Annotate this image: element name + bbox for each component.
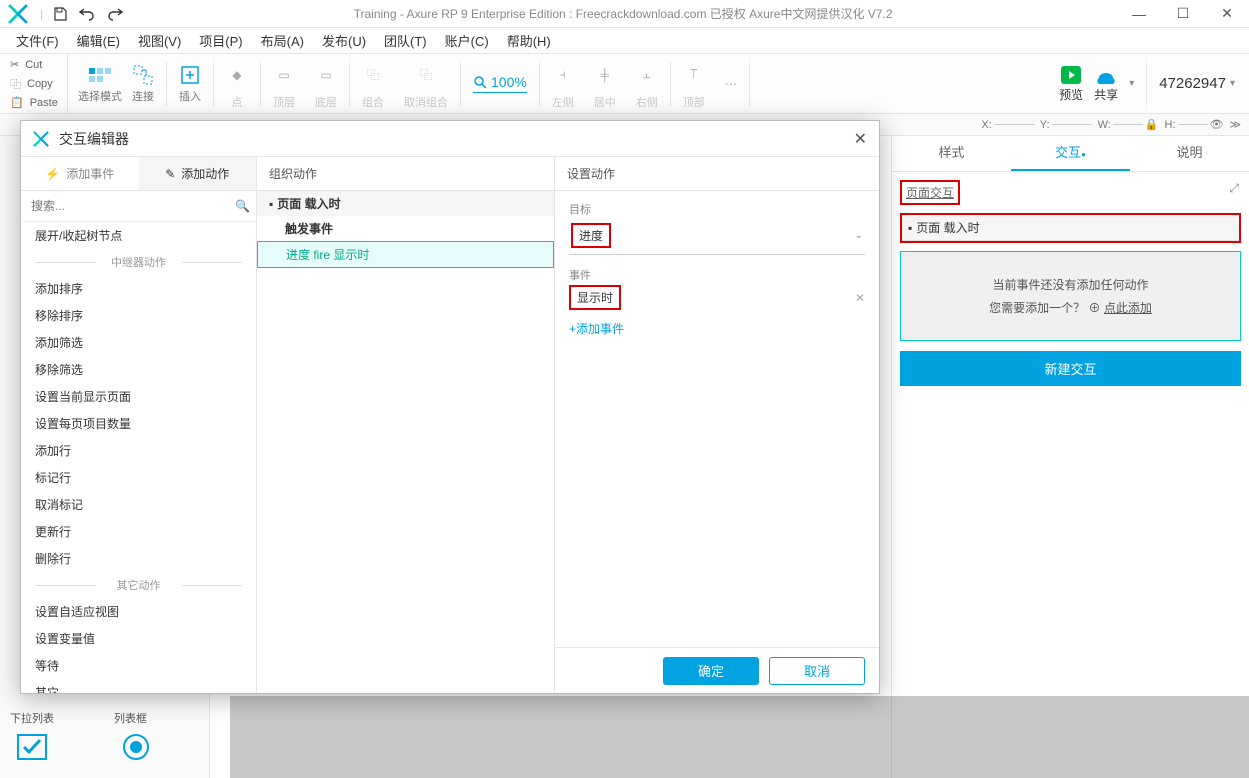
list-item[interactable]: 设置自适应视图 (21, 598, 256, 625)
maximize-button[interactable]: ☐ (1161, 0, 1205, 28)
add-event-link[interactable]: +添加事件 (569, 320, 865, 337)
menu-edit[interactable]: 编辑(E) (69, 28, 128, 53)
coord-y: Y: (1040, 119, 1092, 131)
app-logo-icon (8, 4, 28, 24)
select-mode-button[interactable]: 选择模式 (78, 64, 122, 104)
ok-button[interactable]: 确定 (663, 657, 759, 685)
tab-add-action[interactable]: ✎添加动作 (139, 157, 257, 190)
list-item[interactable]: 标记行 (21, 464, 256, 491)
add-here-link[interactable]: 点此添加 (1104, 301, 1152, 315)
list-item[interactable]: 设置每页项目数量 (21, 410, 256, 437)
dialog-close-button[interactable]: ✕ (854, 129, 867, 149)
tab-style[interactable]: 样式 (892, 136, 1011, 171)
dialog-logo-icon (33, 131, 49, 147)
menu-layout[interactable]: 布局(A) (253, 28, 312, 53)
menu-team[interactable]: 团队(T) (376, 28, 435, 53)
paste-button[interactable]: 📋Paste (0, 93, 67, 112)
menu-publish[interactable]: 发布(U) (314, 28, 374, 53)
list-item[interactable]: 设置当前显示页面 (21, 383, 256, 410)
close-button[interactable]: ✕ (1205, 0, 1249, 28)
right-panel: 样式 交互● 说明 页面交互 ⤢ ▪ 页面 载入时 当前事件还没有添加任何动作 … (891, 136, 1249, 778)
list-separator: 中继器动作 (21, 249, 256, 275)
list-item[interactable]: 取消标记 (21, 491, 256, 518)
connect-button[interactable]: 连接 (132, 64, 154, 104)
widget-shelf: 下拉列表 列表框 (0, 704, 210, 778)
list-item[interactable]: 设置变量值 (21, 625, 256, 652)
list-item[interactable]: 移除排序 (21, 302, 256, 329)
empty-state: 当前事件还没有添加任何动作 您需要添加一个？ ⊕ 点此添加 (900, 251, 1241, 341)
shelf-label-listbox: 列表框 (114, 710, 147, 726)
event-value[interactable]: 显示时 (569, 285, 621, 310)
event-section-header[interactable]: ▪ 页面 载入时 (902, 215, 1239, 241)
tree-row-selected[interactable]: 进度 fire 显示时 (257, 241, 554, 268)
save-icon[interactable] (53, 7, 67, 21)
minimize-button[interactable]: — (1117, 0, 1161, 28)
list-item[interactable]: 添加筛选 (21, 329, 256, 356)
expand-icon[interactable]: ⤢ (1229, 181, 1239, 196)
tree-row-event[interactable]: ▪ 页面 载入时 (257, 191, 554, 216)
col2-header: 组织动作 (257, 157, 554, 191)
cancel-button[interactable]: 取消 (769, 657, 865, 685)
preview-button[interactable]: 预览 (1059, 64, 1083, 103)
list-item[interactable]: 更新行 (21, 518, 256, 545)
undo-icon[interactable] (79, 7, 95, 21)
new-interaction-button[interactable]: 新建交互 (900, 351, 1241, 386)
search-icon: 🔍 (235, 199, 250, 213)
col3-header: 设置动作 (555, 157, 879, 191)
event-label: 事件 (569, 267, 865, 283)
radio-widget-icon[interactable] (114, 730, 158, 764)
coord-w: W:🔒 (1098, 118, 1159, 131)
coord-x: X: (981, 119, 1033, 131)
redo-icon[interactable] (107, 7, 123, 21)
menu-view[interactable]: 视图(V) (130, 28, 189, 53)
tab-add-event[interactable]: ⚡添加事件 (21, 157, 139, 190)
interaction-editor-dialog: 交互编辑器 ✕ ⚡添加事件 ✎添加动作 🔍 展开/收起树节点 中继器动作 添加排… (20, 120, 880, 694)
copy-button[interactable]: ⿻Copy (0, 74, 67, 93)
more-icon[interactable]: ≫ (1229, 118, 1241, 131)
toolbar-more[interactable]: ⋯ (715, 54, 747, 114)
list-item[interactable]: 其它 (21, 679, 256, 693)
checkbox-widget-icon[interactable] (10, 730, 54, 764)
toolbar: ✂Cut ⿻Copy 📋Paste 选择模式 连接 插入 ◆点 ▭顶层 ▭底层 … (0, 54, 1249, 114)
menu-account[interactable]: 账户(C) (437, 28, 497, 53)
list-item[interactable]: 展开/收起树节点 (21, 222, 256, 249)
menu-project[interactable]: 项目(P) (191, 28, 250, 53)
window-title: Training - Axure RP 9 Enterprise Edition… (129, 5, 1117, 22)
target-label: 目标 (569, 201, 865, 217)
tree-row-action[interactable]: 触发事件 (257, 216, 554, 241)
list-item[interactable]: 添加行 (21, 437, 256, 464)
menu-help[interactable]: 帮助(H) (499, 28, 559, 53)
insert-button[interactable]: 插入 (179, 64, 201, 104)
menubar: 文件(F) 编辑(E) 视图(V) 项目(P) 布局(A) 发布(U) 团队(T… (0, 28, 1249, 54)
target-select[interactable]: 进度 ⌄ (569, 219, 865, 255)
list-separator: 其它动作 (21, 572, 256, 598)
cut-button[interactable]: ✂Cut (0, 55, 67, 74)
share-button[interactable]: 共享 (1093, 64, 1119, 103)
account-id[interactable]: 47262947▾ (1159, 75, 1235, 92)
menu-file[interactable]: 文件(F) (8, 28, 67, 53)
titlebar: | Training - Axure RP 9 Enterprise Editi… (0, 0, 1249, 28)
tab-interactions[interactable]: 交互● (1011, 136, 1130, 171)
list-item[interactable]: 移除筛选 (21, 356, 256, 383)
remove-event-icon[interactable]: ✕ (855, 291, 865, 305)
search-input[interactable] (27, 195, 235, 217)
list-item[interactable]: 删除行 (21, 545, 256, 572)
coord-h: H:👁 (1165, 118, 1224, 131)
list-item[interactable]: 添加排序 (21, 275, 256, 302)
page-interactions-label: 页面交互 (900, 180, 960, 205)
zoom-control[interactable]: 100% (473, 74, 527, 93)
tab-notes[interactable]: 说明 (1130, 136, 1249, 171)
list-item[interactable]: 等待 (21, 652, 256, 679)
dialog-title: 交互编辑器 (59, 129, 129, 149)
shelf-label-dropdown: 下拉列表 (10, 710, 54, 726)
